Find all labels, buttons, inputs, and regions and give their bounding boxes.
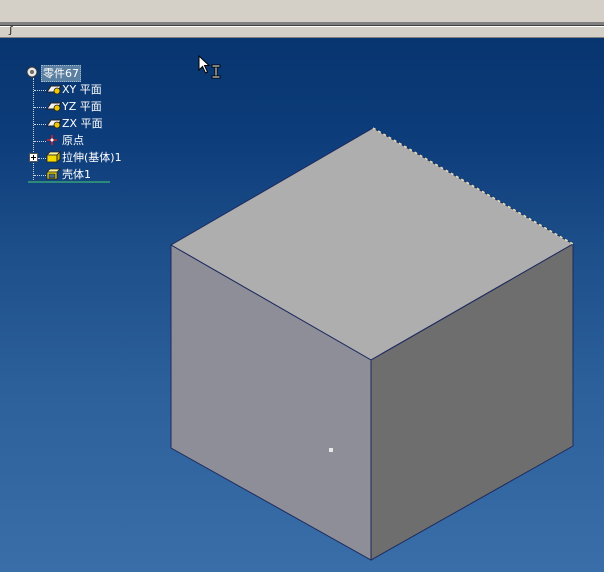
tree-item-label: 壳体1 bbox=[62, 168, 91, 181]
plane-icon bbox=[46, 85, 62, 95]
tree-connector bbox=[34, 90, 46, 91]
tree-item-label: XY 平面 bbox=[62, 83, 102, 96]
rollback-bar[interactable] bbox=[28, 181, 110, 183]
menu-bar bbox=[0, 0, 604, 22]
feature-manager-tab-strip[interactable] bbox=[0, 26, 604, 38]
tree-item-label: ZX 平面 bbox=[62, 117, 103, 130]
tree-connector bbox=[38, 158, 46, 159]
origin-icon bbox=[47, 135, 57, 145]
tree-connector bbox=[33, 78, 34, 180]
tree-item-label: 拉伸(基体)1 bbox=[62, 151, 122, 164]
tree-connector bbox=[34, 141, 46, 142]
mouse-pointer-icon bbox=[198, 55, 221, 79]
tree-connector bbox=[34, 175, 46, 176]
part-icon bbox=[26, 66, 38, 78]
plane-icon bbox=[46, 102, 62, 112]
graphics-viewport[interactable]: 零件67 XY 平面 YZ 平面 ZX 平面 原点 拉伸(基体)1 壳体1 bbox=[0, 38, 604, 572]
shell-icon bbox=[46, 168, 61, 180]
expand-toggle-icon[interactable] bbox=[29, 153, 38, 162]
tab-strip-marker: ʃ bbox=[8, 26, 14, 36]
extrude-icon bbox=[46, 151, 61, 163]
tree-connector bbox=[34, 107, 46, 108]
tree-item-label: 原点 bbox=[62, 134, 84, 147]
tree-connector bbox=[34, 124, 46, 125]
tree-root[interactable]: 零件67 bbox=[26, 65, 126, 82]
tree-root-label: 零件67 bbox=[41, 65, 81, 82]
selection-point[interactable] bbox=[329, 448, 333, 452]
tree-item-label: YZ 平面 bbox=[62, 100, 102, 113]
plane-icon bbox=[46, 119, 62, 129]
feature-tree: 零件67 XY 平面 YZ 平面 ZX 平面 原点 拉伸(基体)1 壳体1 bbox=[0, 38, 200, 238]
